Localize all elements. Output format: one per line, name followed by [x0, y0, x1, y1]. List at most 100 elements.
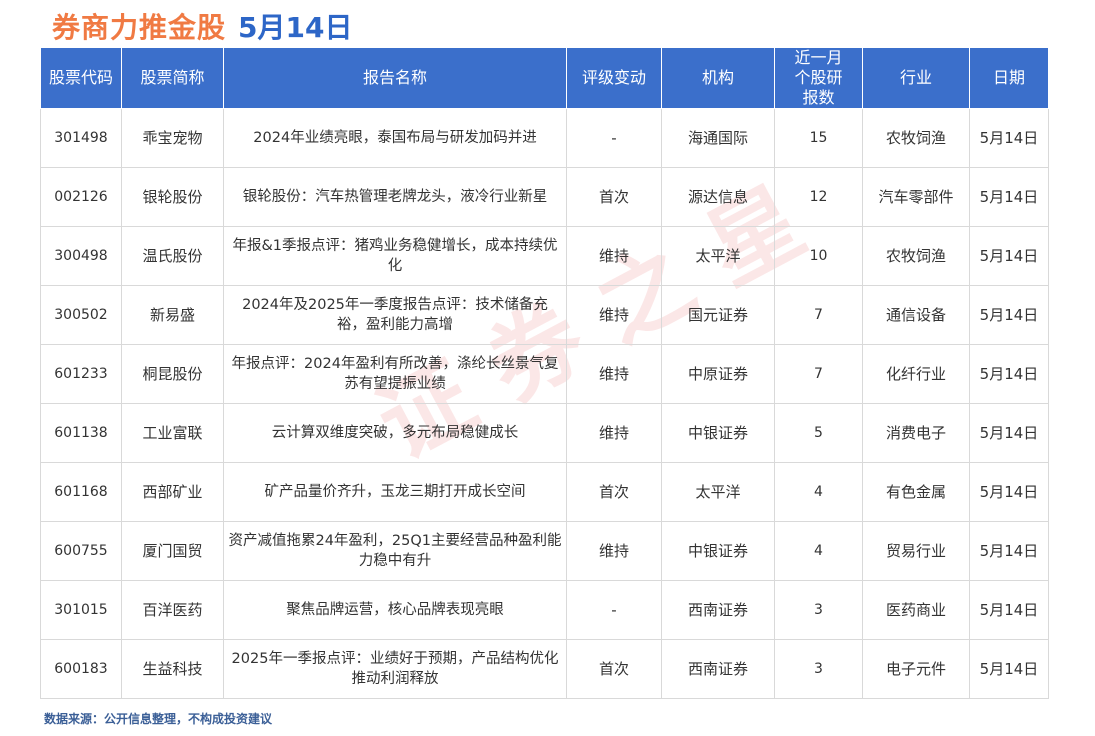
cell-industry: 医药商业 — [862, 580, 970, 640]
table-row: 300502 新易盛 2024年及2025年一季度报告点评：技术储备充裕，盈利能… — [40, 285, 1049, 345]
cell-date: 5月14日 — [969, 462, 1049, 522]
cell-name: 生益科技 — [121, 639, 224, 699]
col-header-report: 报告名称 — [223, 47, 567, 109]
col-header-count: 近一月个股研报数 — [774, 47, 863, 109]
page-title-row: 券商力推金股 5月14日 — [52, 6, 352, 44]
cell-code: 301498 — [40, 108, 122, 168]
cell-date: 5月14日 — [969, 285, 1049, 345]
cell-rating: 首次 — [566, 639, 662, 699]
cell-report: 云计算双维度突破，多元布局稳健成长 — [223, 403, 567, 463]
cell-industry: 农牧饲渔 — [862, 108, 970, 168]
cell-count: 5 — [774, 403, 863, 463]
cell-name: 西部矿业 — [121, 462, 224, 522]
cell-name: 新易盛 — [121, 285, 224, 345]
cell-report: 年报点评：2024年盈利有所改善，涤纶长丝景气复苏有望提振业绩 — [223, 344, 567, 404]
cell-report: 2024年业绩亮眼，泰国布局与研发加码并进 — [223, 108, 567, 168]
table-row: 301498 乖宝宠物 2024年业绩亮眼，泰国布局与研发加码并进 - 海通国际… — [40, 108, 1049, 168]
cell-rating: 维持 — [566, 226, 662, 286]
cell-industry: 消费电子 — [862, 403, 970, 463]
cell-org: 中原证券 — [661, 344, 775, 404]
col-header-code: 股票代码 — [40, 47, 122, 109]
cell-count: 15 — [774, 108, 863, 168]
cell-count: 4 — [774, 462, 863, 522]
table-row: 601233 桐昆股份 年报点评：2024年盈利有所改善，涤纶长丝景气复苏有望提… — [40, 344, 1049, 404]
cell-count: 10 — [774, 226, 863, 286]
cell-name: 温氏股份 — [121, 226, 224, 286]
cell-report: 聚焦品牌运营，核心品牌表现亮眼 — [223, 580, 567, 640]
cell-date: 5月14日 — [969, 226, 1049, 286]
cell-industry: 汽车零部件 — [862, 167, 970, 227]
table-row: 601168 西部矿业 矿产品量价齐升，玉龙三期打开成长空间 首次 太平洋 4 … — [40, 462, 1049, 522]
cell-rating: 维持 — [566, 403, 662, 463]
cell-count: 3 — [774, 639, 863, 699]
cell-report: 矿产品量价齐升，玉龙三期打开成长空间 — [223, 462, 567, 522]
cell-industry: 贸易行业 — [862, 521, 970, 581]
cell-date: 5月14日 — [969, 403, 1049, 463]
cell-org: 中银证券 — [661, 403, 775, 463]
page-date: 5月14日 — [238, 11, 353, 44]
table-row: 301015 百洋医药 聚焦品牌运营，核心品牌表现亮眼 - 西南证券 3 医药商… — [40, 580, 1049, 640]
table-row: 600183 生益科技 2025年一季报点评：业绩好于预期，产品结构优化推动利润… — [40, 639, 1049, 699]
col-header-rating: 评级变动 — [566, 47, 662, 109]
cell-org: 西南证券 — [661, 580, 775, 640]
cell-name: 桐昆股份 — [121, 344, 224, 404]
cell-date: 5月14日 — [969, 167, 1049, 227]
cell-report: 2025年一季报点评：业绩好于预期，产品结构优化推动利润释放 — [223, 639, 567, 699]
cell-rating: 首次 — [566, 462, 662, 522]
cell-count: 7 — [774, 344, 863, 404]
cell-code: 601138 — [40, 403, 122, 463]
cell-code: 300498 — [40, 226, 122, 286]
col-header-industry: 行业 — [862, 47, 970, 109]
cell-code: 600183 — [40, 639, 122, 699]
table-row: 601138 工业富联 云计算双维度突破，多元布局稳健成长 维持 中银证券 5 … — [40, 403, 1049, 463]
cell-industry: 电子元件 — [862, 639, 970, 699]
cell-name: 工业富联 — [121, 403, 224, 463]
cell-count: 3 — [774, 580, 863, 640]
cell-org: 太平洋 — [661, 462, 775, 522]
cell-report: 资产减值拖累24年盈利，25Q1主要经营品种盈利能力稳中有升 — [223, 521, 567, 581]
cell-code: 300502 — [40, 285, 122, 345]
cell-code: 601168 — [40, 462, 122, 522]
cell-report: 年报&1季报点评：猪鸡业务稳健增长，成本持续优化 — [223, 226, 567, 286]
cell-code: 002126 — [40, 167, 122, 227]
table-row: 600755 厦门国贸 资产减值拖累24年盈利，25Q1主要经营品种盈利能力稳中… — [40, 521, 1049, 581]
cell-org: 源达信息 — [661, 167, 775, 227]
stock-table: 股票代码 股票简称 报告名称 评级变动 机构 近一月个股研报数 行业 日期 30… — [40, 47, 1049, 699]
cell-code: 600755 — [40, 521, 122, 581]
col-header-org: 机构 — [661, 47, 775, 109]
cell-rating: - — [566, 108, 662, 168]
cell-rating: 维持 — [566, 344, 662, 404]
data-source-note: 数据来源：公开信息整理，不构成投资建议 — [44, 712, 273, 726]
cell-org: 太平洋 — [661, 226, 775, 286]
cell-count: 7 — [774, 285, 863, 345]
cell-name: 银轮股份 — [121, 167, 224, 227]
cell-date: 5月14日 — [969, 639, 1049, 699]
table-row: 002126 银轮股份 银轮股份：汽车热管理老牌龙头，液冷行业新星 首次 源达信… — [40, 167, 1049, 227]
col-header-name: 股票简称 — [121, 47, 224, 109]
cell-rating: 首次 — [566, 167, 662, 227]
cell-org: 西南证券 — [661, 639, 775, 699]
page-title: 券商力推金股 — [52, 11, 227, 44]
cell-count: 4 — [774, 521, 863, 581]
cell-industry: 有色金属 — [862, 462, 970, 522]
cell-code: 601233 — [40, 344, 122, 404]
cell-date: 5月14日 — [969, 580, 1049, 640]
cell-org: 国元证券 — [661, 285, 775, 345]
cell-count: 12 — [774, 167, 863, 227]
cell-rating: - — [566, 580, 662, 640]
cell-org: 中银证券 — [661, 521, 775, 581]
cell-report: 2024年及2025年一季度报告点评：技术储备充裕，盈利能力高增 — [223, 285, 567, 345]
cell-name: 乖宝宠物 — [121, 108, 224, 168]
cell-rating: 维持 — [566, 521, 662, 581]
cell-report: 银轮股份：汽车热管理老牌龙头，液冷行业新星 — [223, 167, 567, 227]
col-header-date: 日期 — [969, 47, 1049, 109]
cell-industry: 化纤行业 — [862, 344, 970, 404]
cell-industry: 农牧饲渔 — [862, 226, 970, 286]
table-row: 300498 温氏股份 年报&1季报点评：猪鸡业务稳健增长，成本持续优化 维持 … — [40, 226, 1049, 286]
cell-code: 301015 — [40, 580, 122, 640]
cell-date: 5月14日 — [969, 344, 1049, 404]
cell-name: 百洋医药 — [121, 580, 224, 640]
cell-org: 海通国际 — [661, 108, 775, 168]
cell-rating: 维持 — [566, 285, 662, 345]
cell-name: 厦门国贸 — [121, 521, 224, 581]
